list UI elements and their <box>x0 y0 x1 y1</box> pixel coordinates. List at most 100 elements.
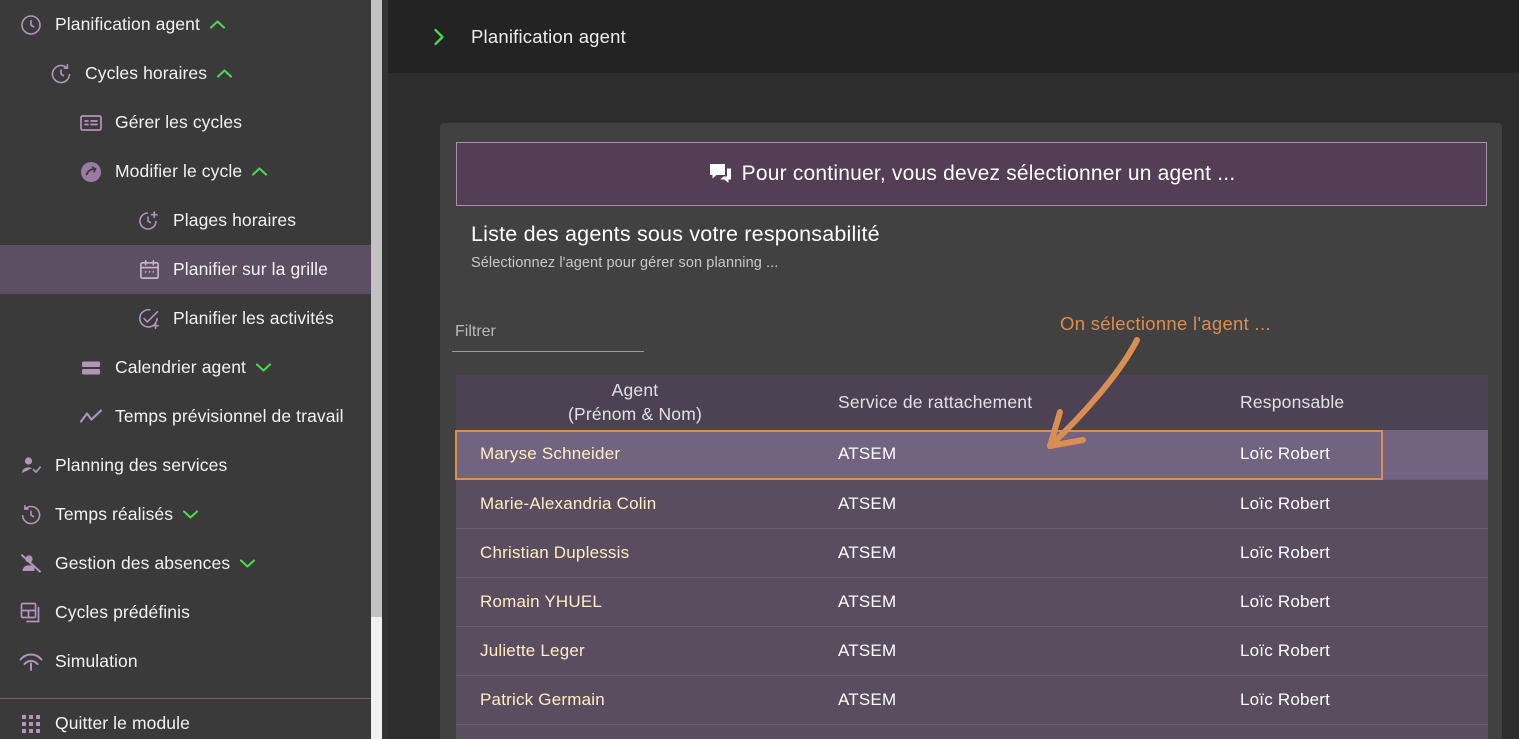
calendar-icon <box>136 257 162 283</box>
cell-responsable: Loïc Robert <box>1240 444 1331 464</box>
cell-service <box>814 723 1216 739</box>
column-header-service[interactable]: Service de rattachement <box>814 375 1216 430</box>
breadcrumb: Planification agent <box>471 25 626 47</box>
sidebar-item-label: Temps réalisés <box>55 503 174 524</box>
sidebar-item-gerer-les-cycles[interactable]: Gérer les cycles <box>0 98 371 147</box>
table-row[interactable]: Romain YHUEL ATSEM Loïc Robert <box>456 576 1488 626</box>
cell-agent: Romain YHUEL <box>456 576 814 626</box>
chevron-up-icon[interactable] <box>209 19 226 30</box>
cell-service: ATSEM <box>814 674 1216 724</box>
user-slash-icon <box>18 551 44 577</box>
table-header-row: Agent (Prénom & Nom) Service de rattache… <box>456 375 1488 430</box>
sidebar-item-cycles-horaires[interactable]: Cycles horaires <box>0 49 371 98</box>
sidebar-item-label: Simulation <box>55 650 138 671</box>
sidebar-item-label: Cycles prédéfinis <box>55 601 190 622</box>
page-subtitle: Sélectionnez l'agent pour gérer son plan… <box>471 255 779 271</box>
sidebar-item-label: Plages horaires <box>173 209 297 230</box>
sidebar-item-calendrier-agent[interactable]: Calendrier agent <box>0 343 371 392</box>
sidebar-item-label: Planning des services <box>55 454 228 475</box>
main-content: Planification agent Pour continuer, vous… <box>388 0 1519 739</box>
clock-plus-icon <box>136 208 162 234</box>
alert-text: Pour continuer, vous devez sélectionner … <box>741 162 1236 185</box>
chevron-up-icon[interactable] <box>251 166 268 177</box>
cell-agent: Marie-Alexandria Colin <box>456 478 814 528</box>
search-input[interactable] <box>452 318 644 352</box>
sidebar-item-planifier-les-activites[interactable]: Planifier les activités <box>0 294 371 343</box>
cell-service: ATSEM <box>814 527 1216 577</box>
layout-squares-icon <box>18 600 44 626</box>
table-row[interactable]: Juliette Leger ATSEM Loïc Robert <box>456 625 1488 675</box>
cell-responsable: Loïc Robert <box>1216 527 1488 577</box>
history-icon <box>18 502 44 528</box>
cell-responsable: Loïc Robert <box>1216 478 1488 528</box>
trend-line-icon <box>78 404 104 430</box>
topbar: Planification agent <box>388 0 1519 73</box>
cell-service: ATSEM <box>814 625 1216 675</box>
column-header-agent[interactable]: Agent (Prénom & Nom) <box>456 375 814 430</box>
sidebar-item-label: Calendrier agent <box>115 356 246 377</box>
sidebar-item-cycles-predefinis[interactable]: Cycles prédéfinis <box>0 588 371 637</box>
clock-rotate-icon <box>48 61 74 87</box>
sidebar-item-quitter-le-module[interactable]: Quitter le module <box>0 699 371 739</box>
agents-card: Pour continuer, vous devez sélectionner … <box>440 123 1502 739</box>
cell-responsable <box>1216 723 1488 739</box>
comments-icon <box>708 162 733 187</box>
cell-agent: Christian Duplessis <box>456 527 814 577</box>
sidebar-scrollbar[interactable] <box>371 0 382 739</box>
sidebar-item-planning-des-services[interactable]: Planning des services <box>0 441 371 490</box>
sidebar-item-gestion-des-absences[interactable]: Gestion des absences <box>0 539 371 588</box>
sidebar-item-label: Planifier les activités <box>173 307 334 328</box>
cell-agent: Patrick Germain <box>456 674 814 724</box>
agents-table: Agent (Prénom & Nom) Service de rattache… <box>456 375 1488 739</box>
table-row[interactable]: Maryse Schneider ATSEM Loïc Robert <box>456 430 1488 479</box>
column-header-agent-line1: Agent <box>611 380 659 400</box>
edit-circle-icon <box>78 159 104 185</box>
table-row[interactable]: Patrick Germain ATSEM Loïc Robert <box>456 674 1488 724</box>
filter-field <box>452 318 644 352</box>
sidebar: Planification agent Cycles horaires Gére… <box>0 0 371 739</box>
sidebar-item-label: Cycles horaires <box>85 62 208 83</box>
sidebar-item-simulation[interactable]: Simulation <box>0 637 371 686</box>
cell-agent: Maryse Schneider <box>480 444 621 464</box>
sidebar-item-label: Modifier le cycle <box>115 160 243 181</box>
sidebar-item-modifier-le-cycle[interactable]: Modifier le cycle <box>0 147 371 196</box>
column-header-responsable[interactable]: Responsable <box>1216 375 1488 430</box>
grid-dots-icon <box>18 711 44 737</box>
list-panel-icon <box>78 110 104 136</box>
cell-service: ATSEM <box>838 444 897 464</box>
sidebar-item-label: Gérer les cycles <box>115 111 243 132</box>
app-root: Planification agent Cycles horaires Gére… <box>0 0 1519 739</box>
user-check-icon <box>18 453 44 479</box>
sidebar-scrollbar-thumb[interactable] <box>371 0 382 617</box>
sidebar-item-label: Planifier sur la grille <box>173 258 328 279</box>
table-row[interactable]: Christian Duplessis ATSEM Loïc Robert <box>456 527 1488 577</box>
table-row[interactable]: Marie-Alexandria Colin ATSEM Loïc Robert <box>456 478 1488 528</box>
annotation-label: On sélectionne l'agent ... <box>1060 313 1271 334</box>
sidebar-item-plages-horaires[interactable]: Plages horaires <box>0 196 371 245</box>
chevron-down-icon[interactable] <box>239 558 256 569</box>
sidebar-item-temps-realises[interactable]: Temps réalisés <box>0 490 371 539</box>
cell-responsable: Loïc Robert <box>1216 576 1488 626</box>
cell-agent <box>456 723 814 739</box>
cell-service: ATSEM <box>814 478 1216 528</box>
agents-table-body: Maryse Schneider ATSEM Loïc Robert Marie… <box>456 430 1488 739</box>
sidebar-item-temps-previsionnel-de-travail[interactable]: Temps prévisionnel de travail <box>0 392 371 441</box>
chevron-down-icon[interactable] <box>182 509 199 520</box>
sidebar-item-label: Temps prévisionnel de travail <box>115 405 344 426</box>
rows-icon <box>78 355 104 381</box>
chevron-up-icon[interactable] <box>216 68 233 79</box>
chevron-right-icon[interactable] <box>433 27 446 47</box>
cell-responsable: Loïc Robert <box>1216 625 1488 675</box>
signal-icon <box>18 649 44 675</box>
sidebar-item-planification-agent[interactable]: Planification agent <box>0 0 371 49</box>
cell-agent: Juliette Leger <box>456 625 814 675</box>
clock-icon <box>18 12 44 38</box>
sidebar-item-label: Planification agent <box>55 13 200 34</box>
chevron-down-icon[interactable] <box>255 362 272 373</box>
table-row[interactable] <box>456 723 1488 739</box>
alert-banner: Pour continuer, vous devez sélectionner … <box>456 142 1487 206</box>
agents-table-head: Agent (Prénom & Nom) Service de rattache… <box>456 375 1488 430</box>
sidebar-item-label: Gestion des absences <box>55 552 231 573</box>
sidebar-item-planifier-sur-la-grille[interactable]: Planifier sur la grille <box>0 245 371 294</box>
sidebar-item-label: Quitter le module <box>55 712 190 733</box>
